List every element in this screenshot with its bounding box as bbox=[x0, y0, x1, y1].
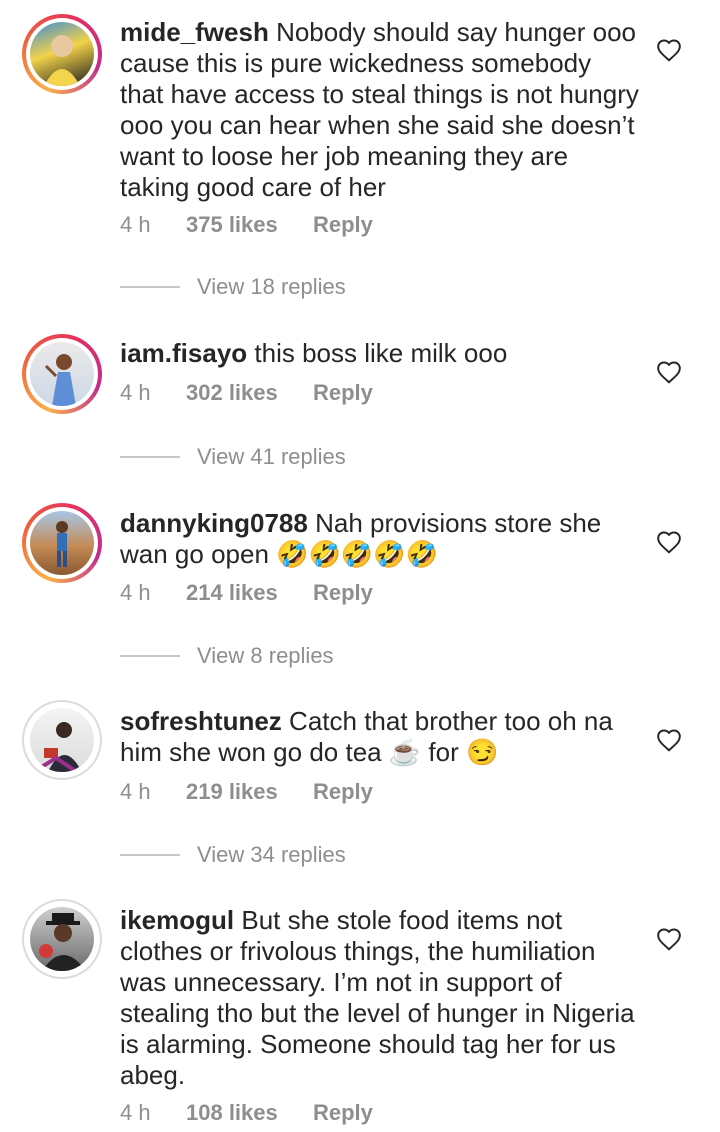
comment-likes[interactable]: 375 likes bbox=[186, 212, 313, 238]
comment-likes[interactable]: 302 likes bbox=[186, 380, 313, 406]
comment-time: 4 h bbox=[120, 580, 151, 605]
view-replies-label: View 41 replies bbox=[197, 444, 346, 469]
reply-button[interactable]: Reply bbox=[313, 380, 373, 406]
view-replies-button[interactable]: View 8 replies bbox=[120, 643, 334, 669]
comment-meta: 4 h 219 likes Reply bbox=[120, 779, 373, 805]
view-replies-label: View 18 replies bbox=[197, 274, 346, 299]
heart-outline-icon[interactable] bbox=[656, 38, 682, 62]
comment-likes[interactable]: 108 likes bbox=[186, 1100, 313, 1126]
replies-divider-line bbox=[120, 854, 180, 856]
comment-time: 4 h bbox=[120, 380, 151, 405]
comment-meta: 4 h 302 likes Reply bbox=[120, 380, 373, 406]
avatar-story-ring[interactable] bbox=[22, 14, 102, 94]
comment-likes[interactable]: 214 likes bbox=[186, 580, 313, 606]
view-replies-label: View 34 replies bbox=[197, 842, 346, 867]
comment-meta: 4 h 108 likes Reply bbox=[120, 1100, 373, 1126]
avatar[interactable] bbox=[30, 22, 94, 86]
comment-username[interactable]: ikemogul bbox=[120, 905, 234, 935]
avatar[interactable] bbox=[30, 342, 94, 406]
comment-username[interactable]: mide_fwesh bbox=[120, 17, 269, 47]
view-replies-label: View 8 replies bbox=[197, 643, 334, 668]
view-replies-button[interactable]: View 34 replies bbox=[120, 842, 346, 868]
comment-meta: 4 h 214 likes Reply bbox=[120, 580, 373, 606]
avatar-ring[interactable] bbox=[22, 700, 102, 780]
reply-button[interactable]: Reply bbox=[313, 779, 373, 805]
avatar-ring[interactable] bbox=[22, 899, 102, 979]
reply-button[interactable]: Reply bbox=[313, 1100, 373, 1126]
comment-body: this boss like milk ooo bbox=[254, 338, 508, 368]
heart-outline-icon[interactable] bbox=[656, 728, 682, 752]
comment-likes[interactable]: 219 likes bbox=[186, 779, 313, 805]
comment-text: dannyking0788 Nah provisions store she w… bbox=[120, 508, 640, 570]
avatar[interactable] bbox=[30, 511, 94, 575]
comment-text: mide_fwesh Nobody should say hunger ooo … bbox=[120, 17, 640, 203]
comment-meta: 4 h 375 likes Reply bbox=[120, 212, 373, 238]
comment-text: sofreshtunez Catch that brother too oh n… bbox=[120, 706, 640, 768]
heart-outline-icon[interactable] bbox=[656, 927, 682, 951]
reply-button[interactable]: Reply bbox=[313, 212, 373, 238]
avatar[interactable] bbox=[30, 907, 94, 971]
comment-text: iam.fisayo this boss like milk ooo bbox=[120, 338, 640, 369]
view-replies-button[interactable]: View 41 replies bbox=[120, 444, 346, 470]
comment-time: 4 h bbox=[120, 212, 151, 237]
comment-username[interactable]: sofreshtunez bbox=[120, 706, 282, 736]
avatar-story-ring[interactable] bbox=[22, 334, 102, 414]
heart-outline-icon[interactable] bbox=[656, 360, 682, 384]
comment-username[interactable]: dannyking0788 bbox=[120, 508, 308, 538]
comment-username[interactable]: iam.fisayo bbox=[120, 338, 247, 368]
avatar[interactable] bbox=[30, 708, 94, 772]
replies-divider-line bbox=[120, 456, 180, 458]
comment-time: 4 h bbox=[120, 779, 151, 804]
comment-time: 4 h bbox=[120, 1100, 151, 1125]
heart-outline-icon[interactable] bbox=[656, 530, 682, 554]
replies-divider-line bbox=[120, 655, 180, 657]
comment-text: ikemogul But she stole food items not cl… bbox=[120, 905, 640, 1091]
avatar-story-ring[interactable] bbox=[22, 503, 102, 583]
replies-divider-line bbox=[120, 286, 180, 288]
reply-button[interactable]: Reply bbox=[313, 580, 373, 606]
view-replies-button[interactable]: View 18 replies bbox=[120, 274, 346, 300]
